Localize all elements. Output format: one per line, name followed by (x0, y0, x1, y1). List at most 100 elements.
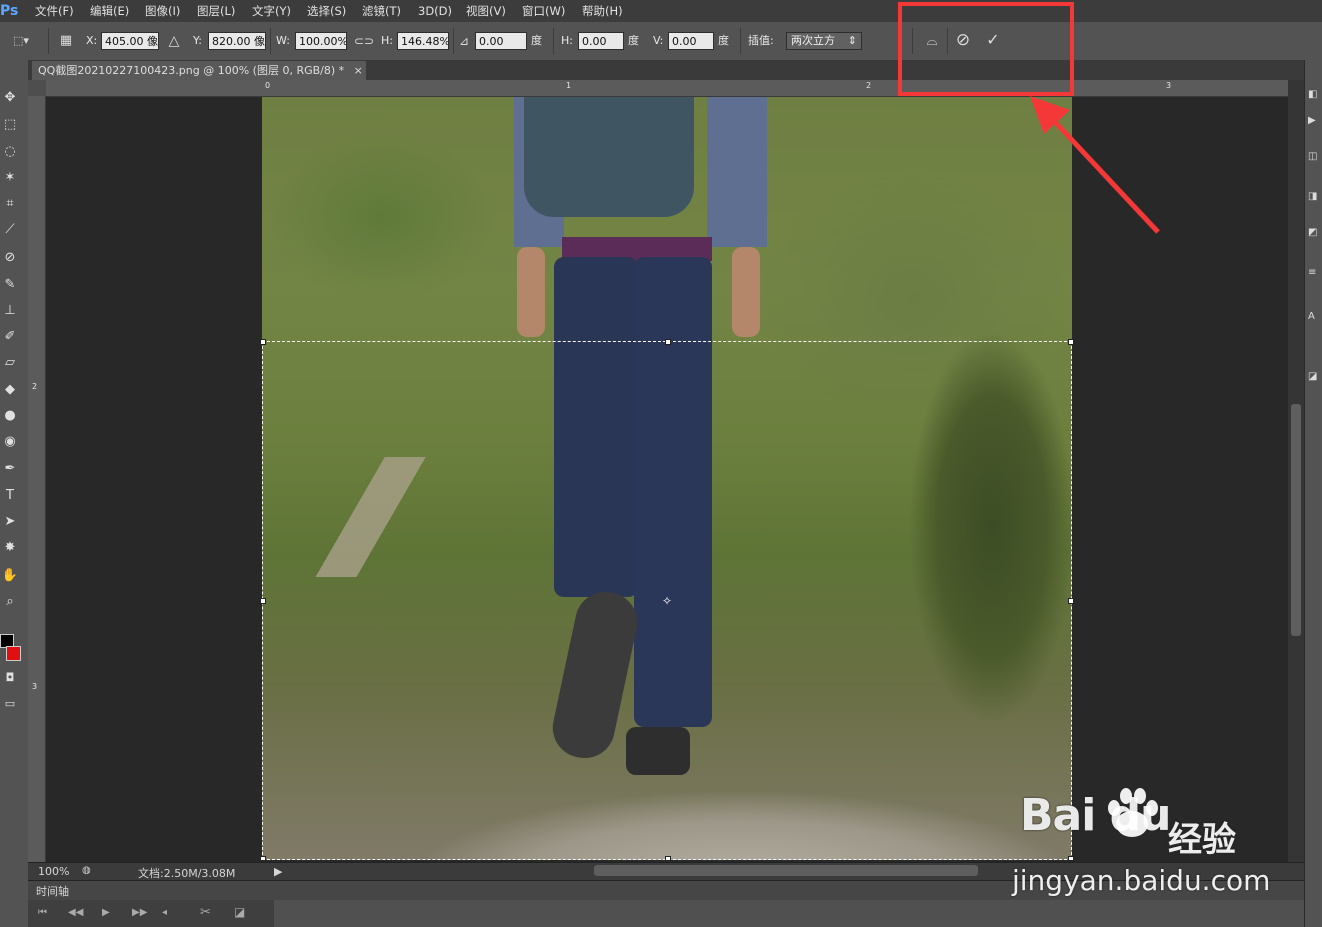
lasso-tool-icon[interactable]: ◌ (0, 142, 20, 162)
menu-help[interactable]: 帮助(H) (582, 3, 623, 19)
menu-filter[interactable]: 滤镜(T) (362, 3, 401, 19)
marquee-tool-icon[interactable]: ⬚ (0, 115, 20, 135)
vertical-scroll-thumb[interactable] (1291, 404, 1301, 636)
magic-wand-icon[interactable]: ✶ (0, 168, 20, 188)
panel-icon-8[interactable]: ◪ (1308, 370, 1322, 384)
handle-right[interactable] (1068, 598, 1074, 604)
interpolation-select[interactable]: 两次立方 ⇕ (786, 32, 862, 50)
panel-icon-4[interactable]: ◨ (1308, 190, 1322, 204)
background-color-swatch[interactable] (6, 646, 21, 661)
vskew-field[interactable]: 0.00 (668, 32, 714, 50)
vertical-ruler[interactable]: 2 3 (28, 96, 46, 862)
ruler-mark-v3: 3 (32, 682, 38, 691)
menu-image[interactable]: 图像(I) (145, 3, 180, 19)
annotation-arrow-icon (1030, 96, 1160, 234)
menu-3d[interactable]: 3D(D) (418, 3, 452, 19)
w-label: W: (276, 34, 290, 47)
handle-bottom-right[interactable] (1068, 856, 1074, 860)
type-tool-icon[interactable]: T (0, 486, 20, 506)
app-logo: Ps (0, 3, 19, 19)
eraser-tool-icon[interactable]: ▱ (0, 353, 20, 373)
arm-right (732, 247, 760, 337)
hand-tool-icon[interactable]: ✋ (0, 566, 20, 586)
menu-select[interactable]: 选择(S) (307, 3, 346, 19)
handle-top[interactable] (665, 339, 671, 345)
menu-file[interactable]: 文件(F) (35, 3, 74, 19)
ruler-mark-v2: 2 (32, 382, 38, 391)
menu-type[interactable]: 文字(Y) (252, 3, 291, 19)
paint-bucket-icon[interactable]: ◆ (0, 380, 20, 400)
close-tab-icon[interactable]: × (354, 64, 363, 77)
first-frame-icon[interactable]: ⏮ (38, 907, 47, 918)
panel-icon-5[interactable]: ◩ (1308, 226, 1322, 240)
reference-point-icon[interactable]: ▦ (56, 32, 76, 50)
panel-icon-1[interactable]: ◧ (1308, 88, 1322, 102)
doc-info: 文档:2.50M/3.08M (138, 867, 236, 880)
healing-brush-icon[interactable]: ⊘ (0, 248, 20, 268)
angle-field[interactable]: 0.00 (475, 32, 527, 50)
menu-view[interactable]: 视图(V) (466, 3, 506, 19)
menu-window[interactable]: 窗口(W) (522, 3, 565, 19)
document-tab[interactable]: QQ截图20210227100423.png @ 100% (图层 0, RGB… (32, 61, 366, 80)
handle-top-left[interactable] (260, 339, 266, 345)
play-icon[interactable]: ▶ (102, 907, 110, 918)
backpack (524, 97, 694, 217)
watermark-cn: 经验 (1168, 820, 1236, 860)
audio-icon[interactable]: ◂ (162, 907, 167, 918)
width-field[interactable]: 100.00% (295, 32, 347, 50)
reference-point-icon[interactable]: ✧ (662, 594, 672, 608)
custom-shape-icon[interactable]: ✸ (0, 538, 20, 558)
crop-tool-icon[interactable]: ⌗ (0, 194, 20, 214)
y-field[interactable]: 820.00 像: (208, 32, 266, 50)
split-icon[interactable]: ✂ (200, 905, 211, 920)
baidu-paw-icon (1108, 788, 1158, 837)
ruler-mark-1: 1 (566, 81, 572, 90)
select-arrow-icon: ⇕ (847, 34, 857, 47)
path-selection-icon[interactable]: ➤ (0, 512, 20, 532)
dodge-tool-icon[interactable]: ◉ (0, 432, 20, 452)
next-frame-icon[interactable]: ▶▶ (132, 907, 147, 918)
status-menu-arrow-icon[interactable]: ▶ (274, 865, 282, 878)
handle-bottom[interactable] (665, 856, 671, 860)
ruler-mark-0: 0 (265, 81, 271, 90)
menu-edit[interactable]: 编辑(E) (90, 3, 129, 19)
handle-bottom-left[interactable] (260, 856, 266, 860)
status-options-icon[interactable]: ◍ (82, 865, 91, 876)
shirt-right (707, 97, 767, 247)
panel-icon-3[interactable]: ◫ (1308, 150, 1322, 164)
annotation-highlight-box (898, 2, 1074, 96)
transform-tool-preset-icon[interactable]: ⬚▾ (8, 32, 34, 50)
eyedropper-tool-icon[interactable]: ⟋ (0, 220, 20, 240)
options-bar: ⬚▾ ▦ X: 405.00 像: △ Y: 820.00 像: W: 100.… (0, 22, 1322, 61)
panel-icon-2[interactable]: ▶ (1308, 114, 1322, 128)
panel-icon-7[interactable]: A (1308, 310, 1322, 324)
relative-position-icon[interactable]: △ (166, 32, 182, 50)
link-icon[interactable]: ⊂⊃ (354, 32, 374, 50)
x-label: X: (86, 34, 98, 47)
hskew-field[interactable]: 0.00 (578, 32, 624, 50)
panel-icon-6[interactable]: ≡ (1308, 266, 1322, 280)
transition-icon[interactable]: ◪ (234, 905, 245, 919)
height-field[interactable]: 146.48% (397, 32, 449, 50)
zoom-level[interactable]: 100% (38, 865, 69, 878)
ruler-origin[interactable] (28, 80, 46, 96)
pen-tool-icon[interactable]: ✒ (0, 459, 20, 479)
interpolation-value: 两次立方 (791, 34, 835, 47)
handle-top-right[interactable] (1068, 339, 1074, 345)
zoom-tool-icon[interactable]: ⌕ (0, 592, 20, 612)
x-field[interactable]: 405.00 像: (101, 32, 159, 50)
horizontal-scroll-thumb[interactable] (594, 865, 978, 876)
screen-mode-icon[interactable]: ▭ (0, 694, 20, 714)
handle-left[interactable] (260, 598, 266, 604)
brush-tool-icon[interactable]: ✎ (0, 275, 20, 295)
history-brush-icon[interactable]: ✐ (0, 327, 20, 347)
menu-layer[interactable]: 图层(L) (197, 3, 235, 19)
hskew-unit: 度 (628, 34, 639, 47)
prev-frame-icon[interactable]: ◀◀ (68, 907, 83, 918)
clone-stamp-icon[interactable]: ⊥ (0, 301, 20, 321)
move-tool-icon[interactable]: ✥ (0, 88, 20, 108)
blur-tool-icon[interactable]: ● (0, 406, 20, 426)
timeline-title[interactable]: 时间轴 (36, 883, 69, 899)
timeline-controls: ⏮ ◀◀ ▶ ▶▶ ◂ ✂ ◪ (28, 900, 274, 927)
quick-mask-icon[interactable]: ◘ (0, 668, 20, 688)
